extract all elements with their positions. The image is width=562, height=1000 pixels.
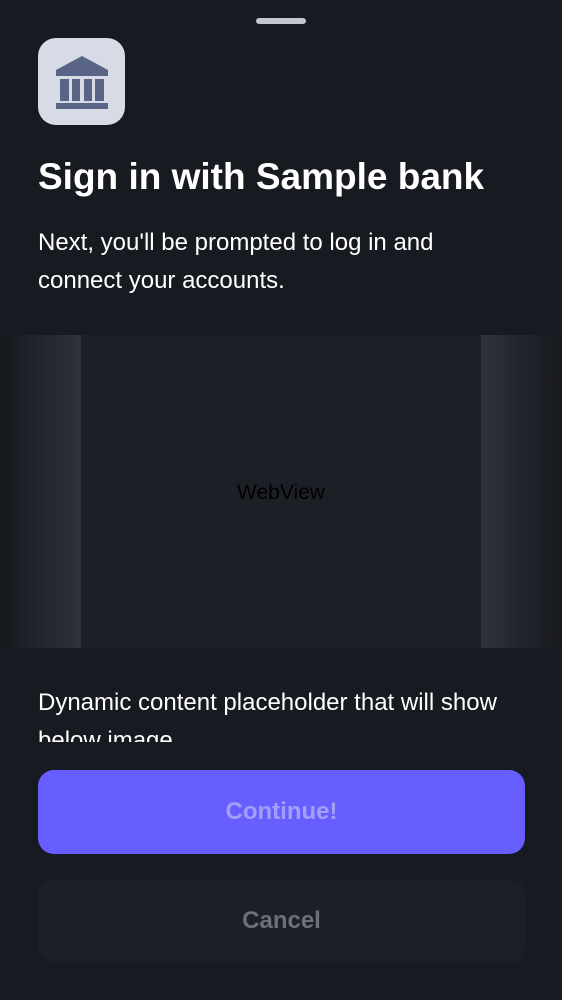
webview-container: WebView [0, 335, 562, 648]
subtitle-text: Next, you'll be prompted to log in and c… [38, 229, 434, 294]
dynamic-content-text: Dynamic content placeholder that will sh… [38, 689, 497, 742]
bottom-sheet: Sign in with Sample bank Next, you'll be… [0, 0, 562, 1000]
bank-icon [55, 55, 108, 109]
cancel-button-label: Cancel [242, 907, 321, 934]
webview-right-edge [481, 335, 562, 648]
drag-handle[interactable] [256, 18, 306, 24]
webview-left-edge [0, 335, 81, 648]
continue-button-label: Continue! [225, 798, 338, 825]
webview-label: WebView [237, 480, 325, 504]
bank-logo [38, 38, 125, 125]
page-title: Sign in with Sample bank [38, 156, 485, 197]
webview[interactable]: WebView [81, 335, 481, 648]
cancel-button[interactable]: Cancel [38, 879, 525, 963]
continue-button[interactable]: Continue! [38, 770, 525, 854]
